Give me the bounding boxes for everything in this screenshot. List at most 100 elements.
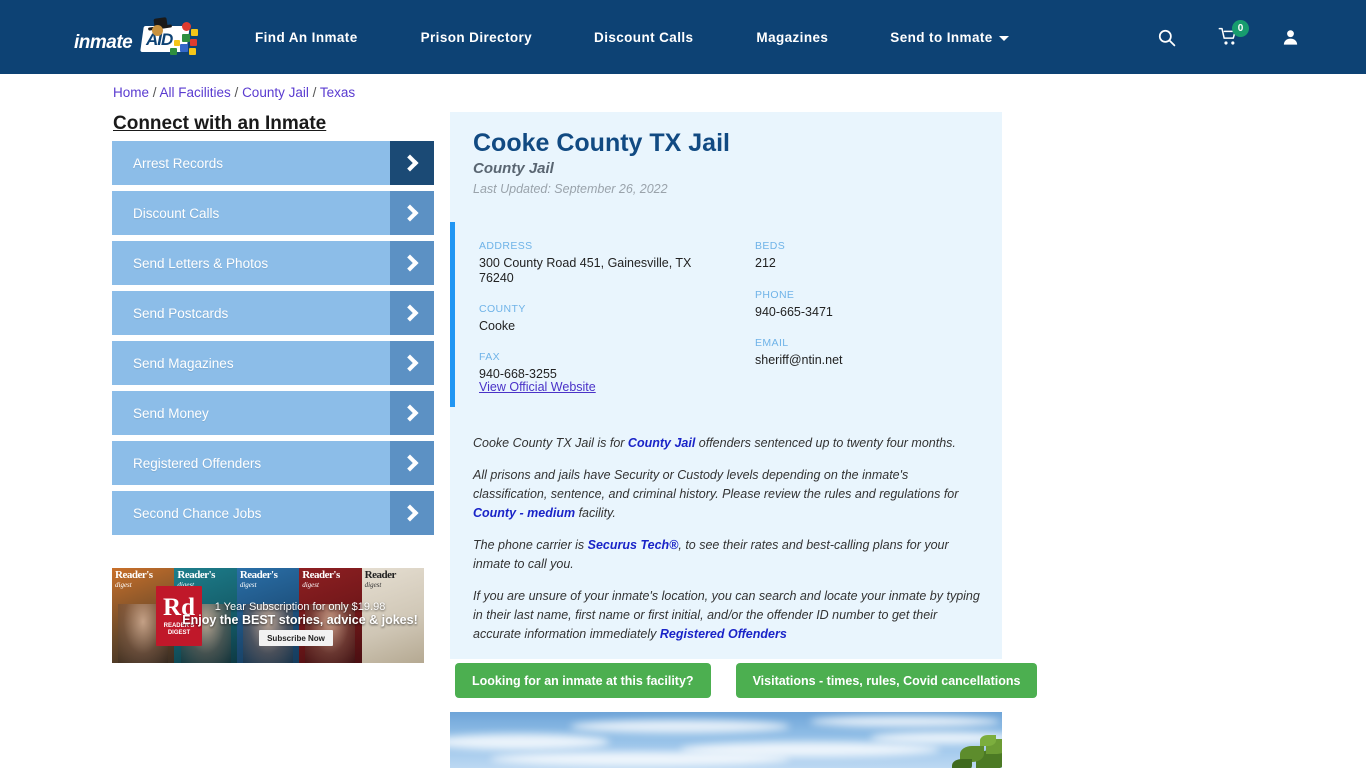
paragraph-text: The phone carrier is (473, 538, 588, 552)
sidebar-item-send-letters-photos[interactable]: Send Letters & Photos (112, 241, 434, 285)
sidebar-item-discount-calls[interactable]: Discount Calls (112, 191, 434, 235)
nav-item-send-to-inmate[interactable]: Send to Inmate (890, 30, 1009, 45)
site-logo[interactable]: inmate AID (70, 16, 198, 60)
breadcrumb-item-texas[interactable]: Texas (320, 85, 355, 100)
detail-value: Cooke (479, 319, 516, 333)
sidebar-item-label: Registered Offenders (133, 455, 262, 471)
chevron-right-icon (390, 141, 434, 185)
cloud-shape (450, 734, 610, 750)
sidebar-item-arrest-records[interactable]: Arrest Records (112, 141, 434, 185)
sidebar-item-send-magazines[interactable]: Send Magazines (112, 341, 434, 385)
detail-value: sheriff@ntin.net (755, 353, 843, 367)
logo-confetti-icon (182, 34, 190, 42)
sidebar-item-label: Send Postcards (133, 305, 229, 321)
facility-name: Cooke County TX Jail (473, 129, 730, 157)
facility-type: County Jail (473, 160, 554, 177)
ad-cover-title: Reader's (177, 569, 215, 581)
chevron-right-icon (390, 441, 434, 485)
detail-email: EMAIL sheriff@ntin.net (755, 337, 985, 368)
nav-item-magazines[interactable]: Magazines (756, 30, 828, 45)
paragraph-text: offenders sentenced up to twenty four mo… (695, 436, 956, 450)
breadcrumb-item-all-facilities[interactable]: All Facilities (160, 85, 231, 100)
link-county-jail[interactable]: County Jail (628, 436, 695, 450)
search-icon[interactable] (1144, 15, 1188, 59)
detail-label: COUNTY (479, 303, 526, 315)
sidebar-item-label: Arrest Records (133, 155, 224, 171)
tree-foliage (938, 726, 1002, 768)
link-securus-tech[interactable]: Securus Tech® (588, 538, 679, 552)
logo-confetti-icon (170, 48, 177, 55)
ad-cover-subtitle: digest (364, 581, 382, 589)
chevron-right-icon (390, 241, 434, 285)
chevron-right-icon (390, 491, 434, 535)
page-title: Connect with an Inmate (113, 113, 327, 134)
logo-confetti-icon (174, 40, 180, 46)
detail-label: EMAIL (755, 337, 789, 349)
shopping-cart-icon[interactable]: 0 (1206, 15, 1250, 59)
detail-label: BEDS (755, 240, 786, 252)
ad-cover-title: Reader's (115, 569, 153, 581)
detail-value: 300 County Road 451, Gainesville, TX 762… (479, 256, 692, 285)
detail-address: ADDRESS 300 County Road 451, Gainesville… (479, 240, 729, 286)
logo-confetti-icon (190, 39, 197, 46)
description-paragraph-4: If you are unsure of your inmate's locat… (473, 587, 985, 644)
detail-phone: PHONE 940-665-3471 (755, 289, 985, 320)
breadcrumb-separator: / (308, 85, 320, 100)
logo-confetti-icon (180, 44, 188, 52)
breadcrumb-item-county-jail[interactable]: County Jail (242, 85, 309, 100)
ad-cover-subtitle: digest (239, 581, 257, 589)
chevron-right-icon (390, 291, 434, 335)
description-paragraph-3: The phone carrier is Securus Tech®, to s… (473, 536, 985, 574)
nav-item-prison-directory[interactable]: Prison Directory (421, 30, 532, 45)
details-column-right: BEDS 212 PHONE 940-665-3471 EMAIL sherif… (755, 240, 985, 385)
link-registered-offenders[interactable]: Registered Offenders (660, 627, 787, 641)
ad-headline-secondary: Enjoy the BEST stories, advice & jokes! (182, 613, 418, 627)
cloud-shape (490, 752, 790, 766)
facility-last-updated: Last Updated: September 26, 2022 (473, 182, 668, 196)
details-column-left: ADDRESS 300 County Road 451, Gainesville… (479, 240, 729, 399)
cart-count-badge: 0 (1232, 20, 1249, 37)
sidebar-item-send-postcards[interactable]: Send Postcards (112, 291, 434, 335)
ad-cover-title: Reader's (302, 569, 340, 581)
logo-confetti-icon (182, 22, 191, 31)
detail-fax: FAX 940-668-3255 (479, 351, 729, 382)
facility-details-panel: ADDRESS 300 County Road 451, Gainesville… (450, 222, 1002, 407)
nav-link-label[interactable]: Find An Inmate (255, 30, 358, 45)
breadcrumb: Home / All Facilities / County Jail / Te… (113, 85, 355, 100)
link-county-medium[interactable]: County - medium (473, 506, 575, 520)
user-account-icon[interactable] (1268, 15, 1312, 59)
paragraph-text: Cooke County TX Jail is for (473, 436, 628, 450)
nav-link-label[interactable]: Send to Inmate (890, 30, 992, 45)
sidebar-item-send-money[interactable]: Send Money (112, 391, 434, 435)
ad-subscribe-button[interactable]: Subscribe Now (259, 630, 333, 646)
view-official-website-link[interactable]: View Official Website (479, 380, 596, 394)
advertisement-banner[interactable]: Reader's digest Reader's digest Reader's… (112, 568, 424, 663)
detail-value: 212 (755, 256, 776, 270)
breadcrumb-item-home[interactable]: Home (113, 85, 149, 100)
nav-item-discount-calls[interactable]: Discount Calls (594, 30, 693, 45)
button-spacer (711, 663, 736, 698)
main-navigation: Find An Inmate Prison Directory Discount… (255, 0, 1009, 74)
chevron-right-icon (390, 191, 434, 235)
looking-for-inmate-button[interactable]: Looking for an inmate at this facility? (455, 663, 711, 698)
sidebar-item-registered-offenders[interactable]: Registered Offenders (112, 441, 434, 485)
sidebar-item-label: Discount Calls (133, 205, 220, 221)
breadcrumb-separator: / (230, 85, 243, 100)
detail-beds: BEDS 212 (755, 240, 985, 271)
nav-link-label[interactable]: Prison Directory (421, 30, 532, 45)
facility-info-card: Cooke County TX Jail County Jail Last Up… (450, 112, 1002, 659)
sidebar-item-label: Send Money (133, 405, 209, 421)
paragraph-text: facility. (575, 506, 616, 520)
breadcrumb-separator: / (149, 85, 160, 100)
ad-cover-subtitle: digest (115, 581, 132, 589)
visitations-button[interactable]: Visitations - times, rules, Covid cancel… (735, 663, 1038, 698)
nav-link-label[interactable]: Magazines (756, 30, 828, 45)
nav-item-find-an-inmate[interactable]: Find An Inmate (255, 30, 358, 45)
detail-county: COUNTY Cooke (479, 303, 729, 334)
sidebar-item-second-chance-jobs[interactable]: Second Chance Jobs (112, 491, 434, 535)
logo-confetti-icon (189, 48, 196, 55)
detail-label: ADDRESS (479, 240, 533, 252)
logo-text-inmate: inmate (74, 32, 133, 53)
nav-link-label[interactable]: Discount Calls (594, 30, 693, 45)
chevron-down-icon (998, 35, 1009, 41)
